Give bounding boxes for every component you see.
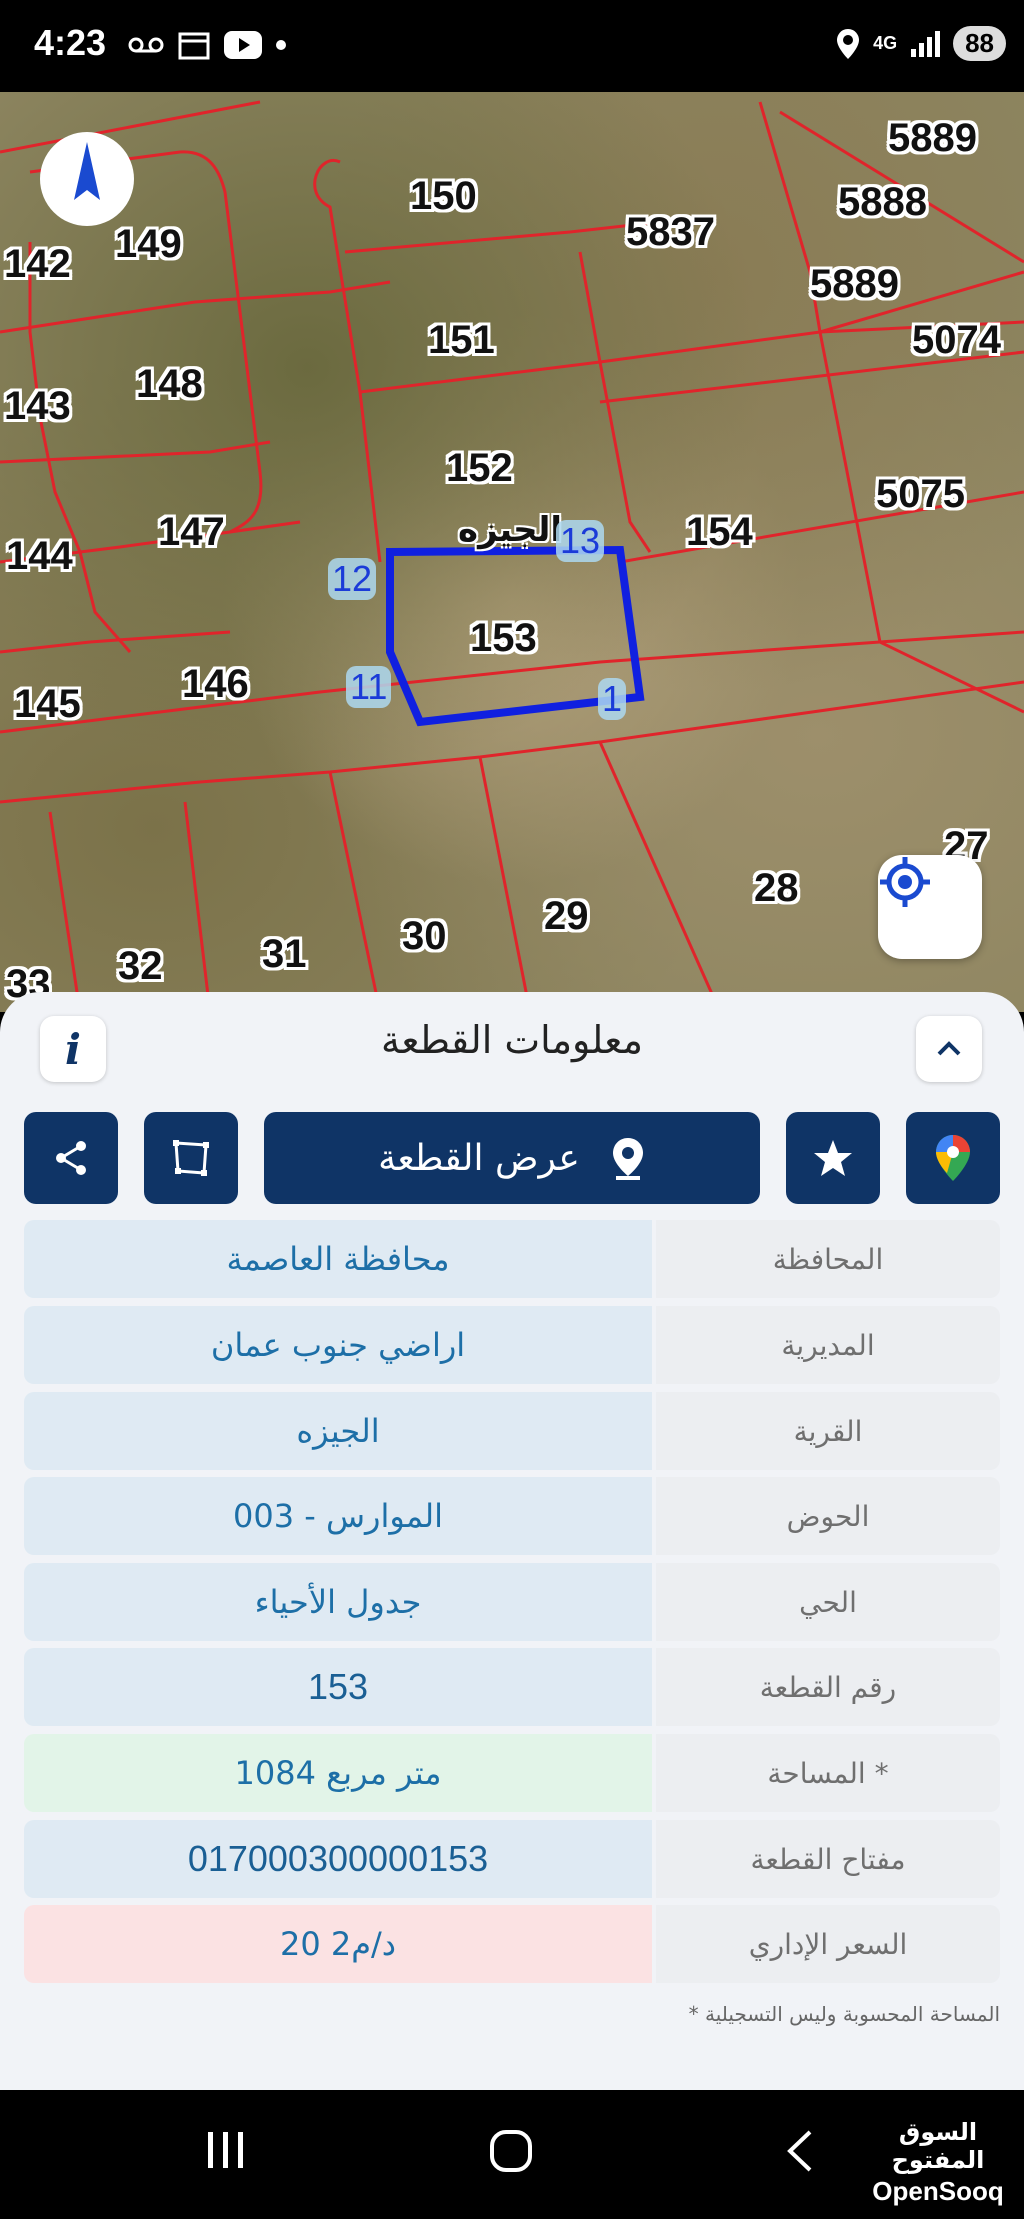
info-row-neighborhood: جدول الأحياء الحي [24, 1563, 1000, 1641]
plot-number-value: 153 [24, 1648, 652, 1726]
plot-label: 142 [4, 242, 71, 286]
plot-label: 5074 [912, 318, 1001, 362]
plot-label: 29 [544, 894, 589, 938]
admin-price-value: 20 د/م2 [24, 1905, 652, 1983]
plot-label: 32 [118, 944, 163, 988]
admin-price-label: السعر الإداري [656, 1905, 1000, 1983]
info-row-governorate: محافظة العاصمة المحافظة [24, 1220, 1000, 1298]
plot-number-label: رقم القطعة [656, 1648, 1000, 1726]
compass-icon[interactable] [40, 132, 134, 226]
locate-icon [880, 857, 930, 907]
google-maps-button[interactable] [906, 1112, 1000, 1204]
show-plot-label: عرض القطعة [378, 1137, 580, 1179]
plot-label: 154 [686, 510, 753, 554]
map-view[interactable]: 142 149 150 5837 5888 5889 5074 143 148 … [0, 92, 1024, 1012]
plot-label: 147 [158, 510, 225, 554]
plot-label: 5075 [876, 472, 965, 516]
polygon-button[interactable] [144, 1112, 238, 1204]
village-label-cell: القرية [656, 1392, 1000, 1470]
show-plot-button[interactable]: عرض القطعة [264, 1112, 760, 1204]
brand-english: OpenSooq [872, 2176, 1004, 2206]
info-row-basin: الموارس - 003 الحوض [24, 1477, 1000, 1555]
area-label: المساحة * [656, 1734, 1000, 1812]
plot-label: 152 [446, 446, 513, 490]
youtube-icon [224, 31, 262, 59]
clock: 4:23 [34, 22, 107, 63]
area-footnote: * المساحة المحسوبة وليس التسجيلية [688, 2002, 1000, 2026]
governorate-value: محافظة العاصمة [24, 1220, 652, 1298]
recents-icon[interactable] [204, 2128, 248, 2172]
vertex-label: 13 [556, 520, 605, 562]
plot-label: 5889 [810, 262, 899, 306]
plot-label: 5889 [888, 116, 977, 160]
system-icons: 4G 88 [835, 26, 1006, 61]
info-row-directorate: اراضي جنوب عمان المديرية [24, 1306, 1000, 1384]
voicemail-icon [128, 37, 164, 53]
plot-label: 149 [115, 222, 182, 266]
calendar-icon [178, 32, 210, 60]
favorite-button[interactable] [786, 1112, 880, 1204]
plot-label: 145 [14, 682, 81, 726]
signal-icon [911, 30, 941, 57]
status-bar: 4:23 4G 88 [0, 0, 1024, 92]
google-maps-icon [936, 1135, 970, 1181]
network-type: 4G [873, 33, 898, 53]
info-row-plot-number: 153 رقم القطعة [24, 1648, 1000, 1726]
opensooq-logo: السوق المفتوح OpenSooq [852, 2118, 1024, 2207]
star-icon [814, 1140, 852, 1176]
directorate-value: اراضي جنوب عمان [24, 1306, 652, 1384]
plot-label: 143 [4, 384, 71, 428]
share-button[interactable] [24, 1112, 118, 1204]
plot-label: 5888 [838, 180, 927, 224]
brand-arabic: السوق المفتوح [891, 2118, 985, 2174]
collapse-button[interactable] [916, 1016, 982, 1082]
info-row-area: 1084 متر مربع المساحة * [24, 1734, 1000, 1812]
info-row-village: الجيزه القرية [24, 1392, 1000, 1470]
basin-value: الموارس - 003 [24, 1477, 652, 1555]
info-row-plot-key: 017000300000153 مفتاح القطعة [24, 1820, 1000, 1898]
neighborhood-value: جدول الأحياء [24, 1563, 652, 1641]
plot-label: 144 [6, 534, 73, 578]
governorate-label: المحافظة [656, 1220, 1000, 1298]
basin-label: الحوض [656, 1477, 1000, 1555]
directorate-label: المديرية [656, 1306, 1000, 1384]
vertex-label: 1 [598, 678, 627, 720]
plot-label: 151 [428, 318, 495, 362]
chevron-up-icon [937, 1041, 961, 1056]
share-icon [56, 1141, 86, 1175]
location-icon [837, 28, 860, 59]
plot-label: 150 [410, 174, 477, 218]
dot-icon [276, 40, 286, 50]
info-row-admin-price: 20 د/م2 السعر الإداري [24, 1905, 1000, 1983]
plot-label: 148 [136, 362, 203, 406]
plot-label: 146 [182, 662, 249, 706]
home-icon[interactable] [488, 2128, 534, 2174]
vertex-label: 11 [346, 666, 392, 708]
my-location-button[interactable] [878, 855, 982, 959]
map-pin-icon [612, 1138, 643, 1180]
plot-label: 5837 [626, 210, 715, 254]
village-value: الجيزه [24, 1392, 652, 1470]
back-icon[interactable] [784, 2128, 814, 2174]
area-value: 1084 متر مربع [24, 1734, 652, 1812]
village-label: الجيزه [458, 510, 563, 550]
plot-label: 30 [402, 914, 447, 958]
plot-key-label: مفتاح القطعة [656, 1820, 1000, 1898]
panel-title: معلومات القطعة [381, 1018, 643, 1062]
vertex-label: 12 [328, 558, 377, 600]
plot-label: 28 [754, 866, 799, 910]
battery-indicator: 88 [953, 26, 1006, 61]
notification-icons [128, 30, 286, 60]
plot-key-value[interactable]: 017000300000153 [24, 1820, 652, 1898]
plot-label: 31 [262, 932, 307, 976]
neighborhood-label: الحي [656, 1563, 1000, 1641]
polygon-icon [173, 1140, 209, 1176]
plot-label: 153 [470, 616, 537, 660]
